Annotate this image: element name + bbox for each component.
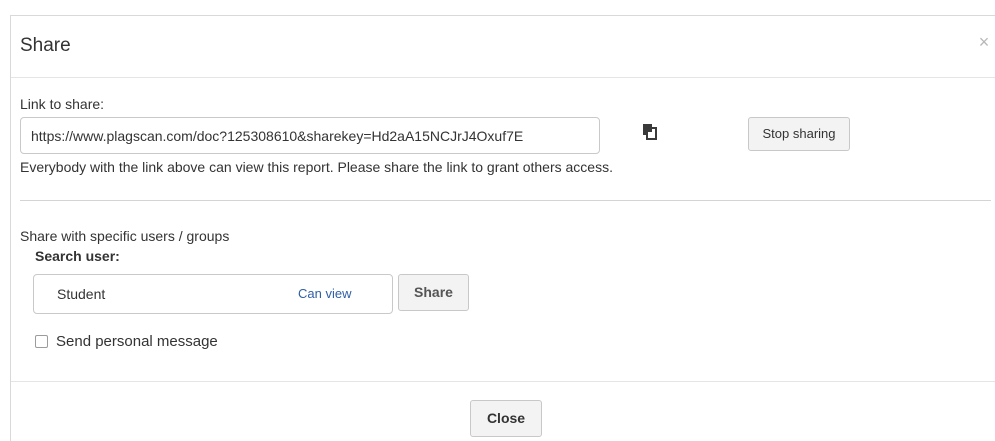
dialog-header: Share bbox=[11, 16, 995, 78]
stop-sharing-button[interactable]: Stop sharing bbox=[748, 117, 850, 151]
section-divider bbox=[20, 200, 991, 201]
link-to-share-label: Link to share: bbox=[20, 96, 105, 112]
share-button[interactable]: Share bbox=[398, 274, 469, 311]
share-info-text: Everybody with the link above can view t… bbox=[20, 159, 613, 175]
dialog-title: Share bbox=[20, 35, 71, 56]
personal-message-checkbox[interactable] bbox=[35, 335, 48, 348]
close-button[interactable]: Close bbox=[470, 400, 542, 437]
specific-users-heading: Share with specific users / groups bbox=[20, 228, 230, 244]
search-user-box: Can view bbox=[33, 274, 414, 314]
search-user-label: Search user: bbox=[35, 248, 120, 264]
search-user-input[interactable] bbox=[47, 283, 257, 305]
copy-icon[interactable] bbox=[642, 123, 658, 141]
permission-dropdown[interactable]: Can view bbox=[286, 282, 414, 306]
close-icon[interactable]: × bbox=[975, 33, 993, 51]
share-dialog: Share × Link to share: Stop sharing Ever… bbox=[10, 15, 995, 441]
permission-value: Can view bbox=[298, 286, 352, 301]
personal-message-label[interactable]: Send personal message bbox=[56, 333, 218, 350]
share-link-field[interactable] bbox=[20, 117, 600, 154]
footer-divider bbox=[11, 381, 995, 382]
